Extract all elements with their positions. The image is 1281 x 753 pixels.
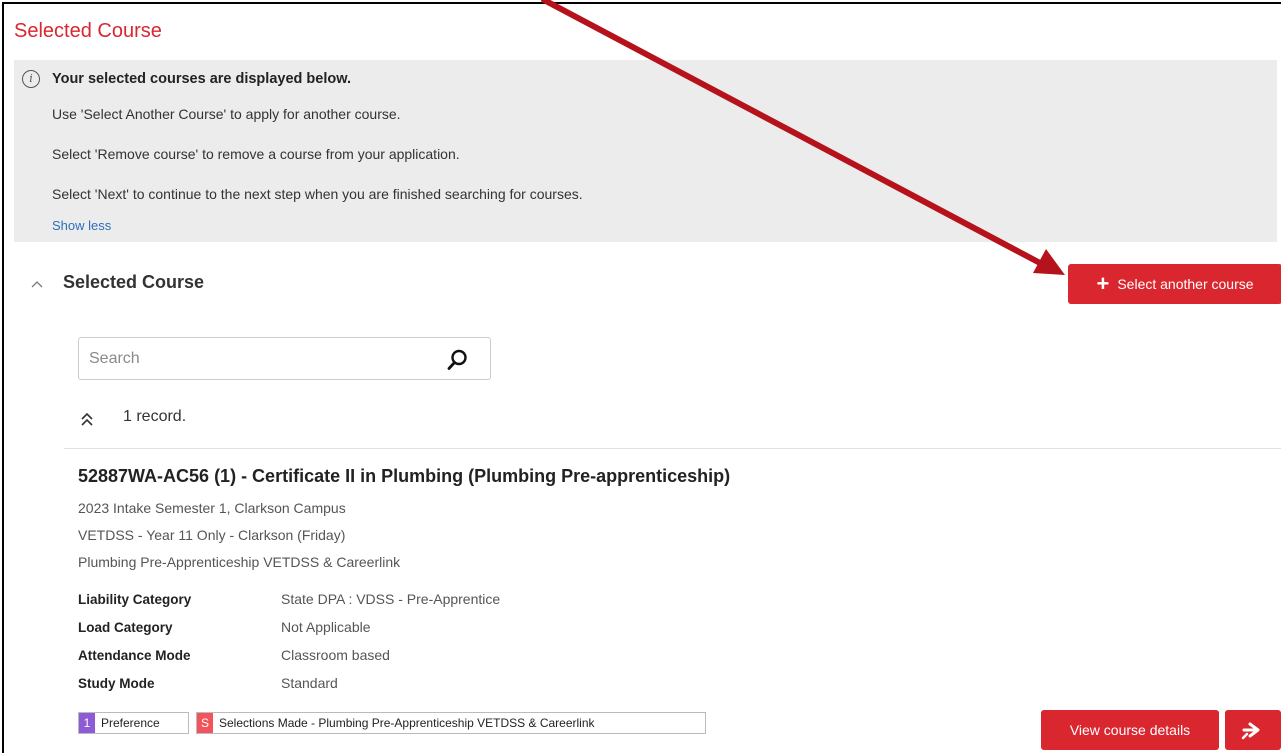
- course-intake: 2023 Intake Semester 1, Clarkson Campus: [78, 500, 346, 516]
- search-box[interactable]: [78, 337, 491, 380]
- select-another-course-button[interactable]: + Select another course: [1068, 264, 1281, 304]
- divider: [64, 448, 1281, 449]
- page-title: Selected Course: [14, 20, 162, 42]
- detail-label-load: Load Category: [78, 620, 173, 635]
- course-title: 52887WA-AC56 (1) - Certificate II in Plu…: [78, 466, 731, 486]
- detail-label-study-mode: Study Mode: [78, 676, 155, 691]
- preference-tag-text: Preference: [101, 716, 160, 730]
- chevron-up-icon[interactable]: [30, 277, 44, 291]
- info-line-next: Select 'Next' to continue to the next st…: [52, 186, 583, 202]
- select-another-course-label: Select another course: [1117, 276, 1254, 292]
- info-icon: i: [22, 70, 40, 88]
- preference-badge: 1: [79, 713, 95, 733]
- info-heading: Your selected courses are displayed belo…: [52, 71, 351, 87]
- section-title[interactable]: Selected Course: [63, 272, 204, 293]
- search-icon[interactable]: [445, 348, 469, 372]
- show-less-link[interactable]: Show less: [52, 218, 111, 233]
- preference-tag: 1 Preference: [78, 712, 189, 734]
- detail-value-liability: State DPA : VDSS - Pre-Apprentice: [281, 591, 501, 607]
- double-chevron-up-icon[interactable]: [80, 411, 94, 427]
- course-group: VETDSS - Year 11 Only - Clarkson (Friday…: [78, 527, 346, 543]
- view-course-details-button[interactable]: View course details: [1041, 710, 1219, 750]
- detail-label-liability: Liability Category: [78, 592, 192, 607]
- record-count: 1 record.: [123, 408, 187, 425]
- next-button[interactable]: [1225, 710, 1281, 750]
- selections-badge: S: [197, 713, 213, 733]
- info-panel: i Your selected courses are displayed be…: [14, 60, 1277, 242]
- course-program: Plumbing Pre-Apprenticeship VETDSS & Car…: [78, 554, 401, 570]
- next-arrow-icon: [1241, 722, 1260, 740]
- detail-value-attendance: Classroom based: [281, 647, 390, 663]
- selections-tag-text: Selections Made - Plumbing Pre-Apprentic…: [219, 716, 595, 730]
- info-line-select-another: Use 'Select Another Course' to apply for…: [52, 106, 401, 122]
- selections-tag: S Selections Made - Plumbing Pre-Apprent…: [196, 712, 706, 734]
- plus-icon: +: [1096, 271, 1110, 296]
- detail-value-study-mode: Standard: [281, 675, 338, 691]
- detail-label-attendance: Attendance Mode: [78, 648, 191, 663]
- search-input[interactable]: [89, 347, 429, 371]
- info-line-remove-course: Select 'Remove course' to remove a cours…: [52, 146, 460, 162]
- detail-value-load: Not Applicable: [281, 619, 371, 635]
